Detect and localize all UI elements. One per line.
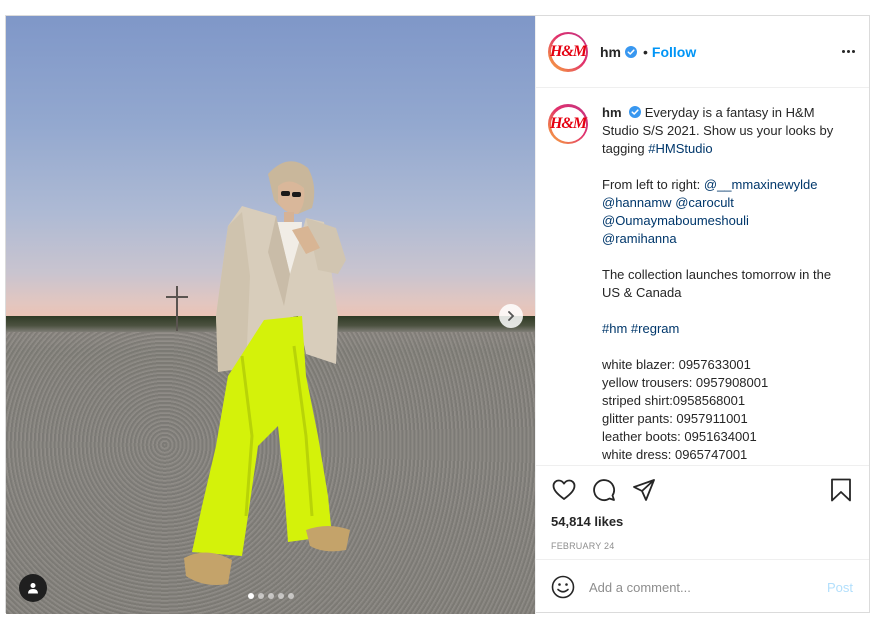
caption-text: hm Everyday is a fantasy in H&M Studio S… — [602, 104, 842, 465]
user-tag-icon — [28, 583, 38, 594]
comment-input[interactable] — [589, 579, 827, 595]
verified-badge-icon — [625, 45, 637, 58]
comment-button[interactable] — [591, 477, 617, 503]
post-header: H&M hm • Follow — [536, 16, 869, 88]
caption-line: striped shirt:0958568001 — [602, 393, 746, 408]
brand-logo: H&M — [549, 115, 587, 132]
carousel-dot — [267, 593, 274, 599]
caption-line: From left to right: — [602, 177, 704, 192]
mention-link[interactable]: @__mmaxinewylde — [704, 177, 818, 192]
hashtag-link[interactable]: #HMStudio — [648, 141, 712, 156]
comment-icon — [593, 479, 615, 501]
mention-link[interactable]: @ramihanna — [602, 230, 842, 248]
carousel-dot — [287, 593, 294, 599]
caption-username[interactable]: hm — [602, 105, 622, 120]
heart-icon — [552, 479, 576, 500]
account-username[interactable]: hm — [600, 44, 621, 60]
header-separator: • — [643, 43, 648, 60]
post-date[interactable]: FEBRUARY 24 — [551, 541, 854, 551]
instagram-post: H&M hm • Follow H&M hm Everyday is a fan… — [5, 15, 870, 614]
hashtag-link[interactable]: #hm — [602, 321, 627, 336]
comment-composer: Post — [536, 559, 869, 614]
like-count[interactable]: 54,814 likes — [551, 514, 854, 529]
action-bar: 54,814 likes FEBRUARY 24 — [536, 465, 869, 559]
mention-link[interactable]: @hannamw — [602, 195, 672, 210]
carousel-dot — [247, 593, 254, 599]
caption-line: glitter pants: 0957911001 — [602, 411, 748, 426]
model-figure — [184, 161, 350, 585]
share-icon — [633, 479, 655, 501]
caption-line: yellow trousers: 0957908001 — [602, 375, 769, 390]
carousel-dot — [277, 593, 284, 599]
verified-badge-icon — [629, 106, 642, 118]
post-photo[interactable] — [6, 16, 535, 614]
caption-section: H&M hm Everyday is a fantasy in H&M Stud… — [536, 88, 869, 465]
caption-line: white blazer: 0957633001 — [602, 357, 751, 372]
save-button[interactable] — [828, 477, 854, 503]
caption-line: white dress: 0965747001 — [602, 447, 748, 462]
carousel-dot — [257, 593, 264, 599]
follow-button[interactable]: Follow — [652, 44, 696, 60]
caption-line: The collection launches tomorrow in the … — [602, 267, 832, 300]
brand-logo: H&M — [549, 42, 587, 60]
like-button[interactable] — [551, 477, 577, 503]
bookmark-icon — [831, 478, 851, 502]
caption-line: leather boots: 0951634001 — [602, 429, 757, 444]
mention-link[interactable]: @carocult — [675, 195, 734, 210]
caption-avatar[interactable]: H&M — [548, 104, 588, 144]
chevron-right-icon — [508, 311, 515, 321]
tagged-users-button[interactable] — [19, 574, 47, 602]
post-comment-button[interactable]: Post — [827, 580, 853, 595]
hashtag-link[interactable]: #regram — [631, 321, 679, 336]
next-slide-button[interactable] — [499, 304, 523, 328]
mention-link[interactable]: @Oumaymaboumeshouli — [602, 212, 842, 230]
avatar[interactable]: H&M — [548, 31, 588, 72]
post-side-panel: H&M hm • Follow H&M hm Everyday is a fan… — [535, 16, 869, 614]
emoji-icon[interactable] — [551, 575, 575, 599]
share-button[interactable] — [631, 477, 657, 503]
more-options-icon[interactable] — [842, 44, 855, 59]
carousel-indicator — [6, 593, 535, 599]
